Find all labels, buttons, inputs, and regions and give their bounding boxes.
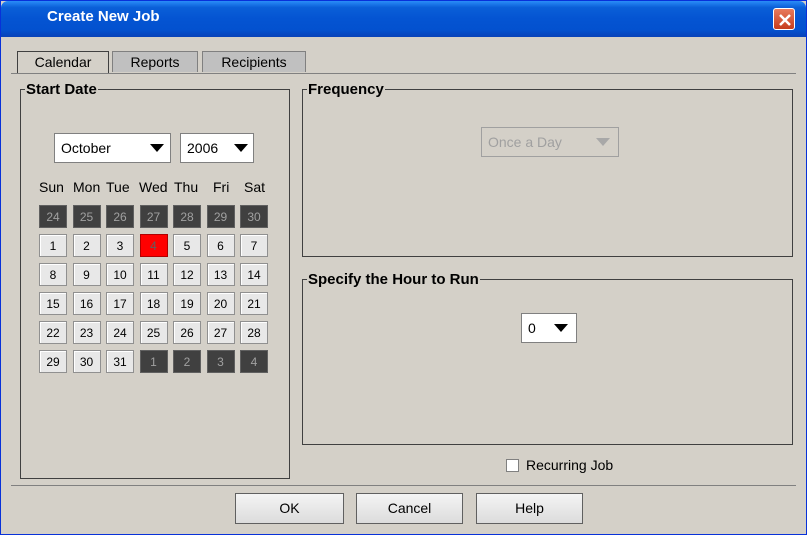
year-select[interactable]: 2006 xyxy=(180,133,254,163)
weekday-label: Sun xyxy=(39,179,64,195)
calendar-day[interactable]: 5 xyxy=(173,234,201,257)
calendar-day[interactable]: 23 xyxy=(72,321,101,344)
calendar-day[interactable]: 29 xyxy=(39,350,67,373)
calendar-day[interactable]: 15 xyxy=(39,292,67,315)
recurring-checkbox[interactable] xyxy=(506,459,519,472)
calendar-day[interactable]: 3 xyxy=(106,234,134,257)
calendar-day[interactable]: 22 xyxy=(39,321,67,344)
calendar-day[interactable]: 17 xyxy=(106,292,134,315)
calendar-day[interactable]: 16 xyxy=(72,292,101,315)
recurring-label: Recurring Job xyxy=(526,457,614,473)
calendar-day[interactable]: 30 xyxy=(72,350,101,373)
calendar-day-other-month[interactable]: 27 xyxy=(139,205,168,228)
weekday-label: Thu xyxy=(174,179,199,195)
calendar-day-other-month[interactable]: 24 xyxy=(39,205,67,228)
calendar-day-other-month[interactable]: 29 xyxy=(206,205,235,228)
calendar-day-other-month[interactable]: 4 xyxy=(240,350,268,373)
tab-recipients[interactable]: Recipients xyxy=(202,51,306,72)
close-button[interactable] xyxy=(773,8,795,30)
calendar-day-other-month[interactable]: 25 xyxy=(72,205,101,228)
tab-calendar[interactable]: Calendar xyxy=(17,51,109,73)
cancel-button[interactable]: Cancel xyxy=(356,493,463,524)
calendar-day[interactable]: 20 xyxy=(206,292,235,315)
calendar-day[interactable]: 8 xyxy=(39,263,67,286)
calendar-day-other-month[interactable]: 26 xyxy=(106,205,134,228)
calendar-day-selected[interactable]: 4 xyxy=(139,234,168,257)
window-title: Create New Job xyxy=(47,8,160,25)
weekday-label: Sat xyxy=(244,179,266,195)
calendar-day[interactable]: 26 xyxy=(173,321,201,344)
year-value: 2006 xyxy=(187,140,219,156)
calendar-day[interactable]: 7 xyxy=(240,234,268,257)
weekday-label: Tue xyxy=(106,179,130,195)
calendar-day[interactable]: 28 xyxy=(240,321,268,344)
month-value: October xyxy=(61,140,111,156)
calendar-day[interactable]: 31 xyxy=(106,350,134,373)
weekday-label: Wed xyxy=(139,179,168,195)
month-select[interactable]: October xyxy=(54,133,171,163)
chevron-down-icon xyxy=(596,138,610,146)
title-bar[interactable]: Create New Job xyxy=(1,1,806,37)
calendar-day[interactable]: 12 xyxy=(173,263,201,286)
footer-divider xyxy=(11,485,796,486)
ok-button[interactable]: OK xyxy=(235,493,344,524)
chevron-down-icon xyxy=(554,324,568,332)
calendar-day[interactable]: 10 xyxy=(106,263,134,286)
weekday-label: Mon xyxy=(73,179,101,195)
calendar-day[interactable]: 18 xyxy=(139,292,168,315)
frequency-group: Frequency xyxy=(302,81,793,257)
calendar-day[interactable]: 6 xyxy=(206,234,235,257)
calendar-day[interactable]: 2 xyxy=(72,234,101,257)
calendar-day[interactable]: 13 xyxy=(206,263,235,286)
calendar-day[interactable]: 9 xyxy=(72,263,101,286)
calendar-day[interactable]: 14 xyxy=(240,263,268,286)
hour-group: Specify the Hour to Run xyxy=(302,271,793,445)
start-date-legend: Start Date xyxy=(26,81,97,98)
close-icon xyxy=(779,14,791,26)
frequency-legend: Frequency xyxy=(308,81,384,98)
hour-legend: Specify the Hour to Run xyxy=(308,271,479,288)
frequency-value: Once a Day xyxy=(488,134,562,150)
create-new-job-dialog: Create New Job Calendar Reports Recipien… xyxy=(0,0,807,535)
calendar-day-other-month[interactable]: 30 xyxy=(240,205,268,228)
calendar-day-other-month[interactable]: 1 xyxy=(139,350,168,373)
calendar-day[interactable]: 27 xyxy=(206,321,235,344)
tab-reports[interactable]: Reports xyxy=(112,51,198,72)
hour-value: 0 xyxy=(528,320,536,336)
calendar-day-other-month[interactable]: 28 xyxy=(173,205,201,228)
help-button[interactable]: Help xyxy=(476,493,583,524)
weekday-label: Fri xyxy=(213,179,230,195)
calendar-day-other-month[interactable]: 3 xyxy=(206,350,235,373)
hour-select[interactable]: 0 xyxy=(521,313,577,343)
chevron-down-icon xyxy=(234,144,248,152)
chevron-down-icon xyxy=(150,144,164,152)
calendar-day[interactable]: 24 xyxy=(106,321,134,344)
calendar-day-other-month[interactable]: 2 xyxy=(173,350,201,373)
frequency-select[interactable]: Once a Day xyxy=(481,127,619,157)
calendar-day[interactable]: 19 xyxy=(173,292,201,315)
calendar-day[interactable]: 1 xyxy=(39,234,67,257)
calendar-day[interactable]: 21 xyxy=(240,292,268,315)
calendar-day[interactable]: 11 xyxy=(139,263,168,286)
calendar-day[interactable]: 25 xyxy=(139,321,168,344)
